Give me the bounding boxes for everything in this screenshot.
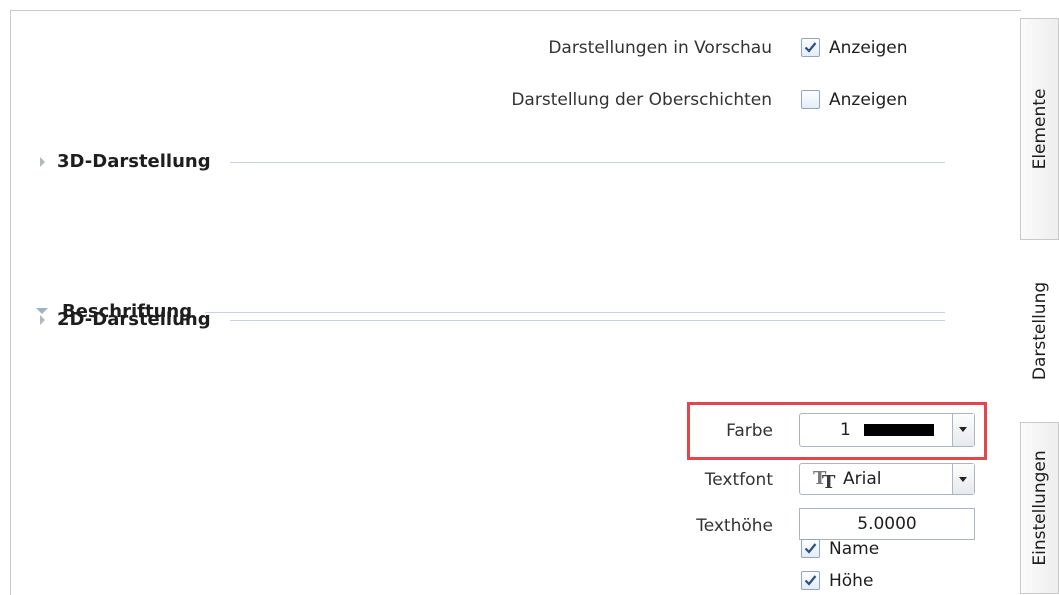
top-layers-display-checkbox-label[interactable]: Anzeigen (829, 90, 908, 110)
font-dropdown[interactable]: T T Arial (799, 463, 975, 495)
tab-settings-label: Einstellungen (1029, 450, 1050, 566)
tab-display[interactable]: Darstellung (1021, 240, 1059, 422)
text-height-input[interactable]: 5.0000 (799, 508, 975, 540)
tab-settings[interactable]: Einstellungen (1021, 422, 1059, 594)
font-dropdown-button[interactable] (952, 464, 974, 494)
vertical-tab-strip: Elemente Darstellung Einstellungen (1021, 0, 1059, 594)
preview-display-checkbox[interactable] (801, 38, 820, 57)
hoehe-checkbox[interactable] (801, 571, 820, 590)
hoehe-checkbox-label[interactable]: Höhe (829, 571, 873, 591)
checkmark-icon (804, 543, 817, 554)
section-3d-title[interactable]: 3D-Darstellung (57, 151, 211, 172)
expand-2d-icon[interactable] (40, 315, 45, 325)
expand-3d-icon[interactable] (40, 157, 45, 167)
checkmark-icon (804, 42, 817, 53)
chevron-down-icon (959, 477, 967, 482)
tab-elements[interactable]: Elemente (1021, 18, 1059, 240)
color-label: Farbe (726, 421, 773, 441)
preview-display-checkbox-label[interactable]: Anzeigen (829, 38, 908, 58)
top-layers-display-label: Darstellung der Oberschichten (511, 90, 772, 110)
color-dropdown[interactable]: 1 (799, 413, 975, 447)
tab-display-label: Darstellung (1030, 281, 1050, 381)
svg-text:T: T (822, 472, 836, 490)
section-labeling-title[interactable]: Beschriftung (62, 301, 192, 322)
chevron-down-icon (959, 427, 967, 432)
font-value: Arial (843, 469, 882, 489)
panel-right-border (1020, 422, 1021, 594)
color-index-value: 1 (840, 420, 851, 440)
color-dropdown-button[interactable] (952, 414, 974, 446)
text-height-label: Texthöhe (696, 516, 773, 536)
panel-right-border (1020, 18, 1021, 240)
section-labeling-divider (205, 312, 945, 313)
tab-elements-label: Elemente (1029, 88, 1050, 170)
section-3d-divider (230, 162, 945, 163)
checkmark-icon (804, 575, 817, 586)
color-swatch (864, 424, 934, 436)
preview-display-label: Darstellungen in Vorschau (548, 38, 772, 58)
collapse-labeling-icon[interactable] (36, 308, 48, 314)
top-layers-display-checkbox[interactable] (801, 90, 820, 109)
font-label: Textfont (704, 470, 773, 490)
truetype-font-icon: T T (813, 468, 836, 490)
name-checkbox-label[interactable]: Name (829, 539, 879, 559)
name-checkbox[interactable] (801, 539, 820, 558)
section-2d-divider (230, 320, 945, 321)
